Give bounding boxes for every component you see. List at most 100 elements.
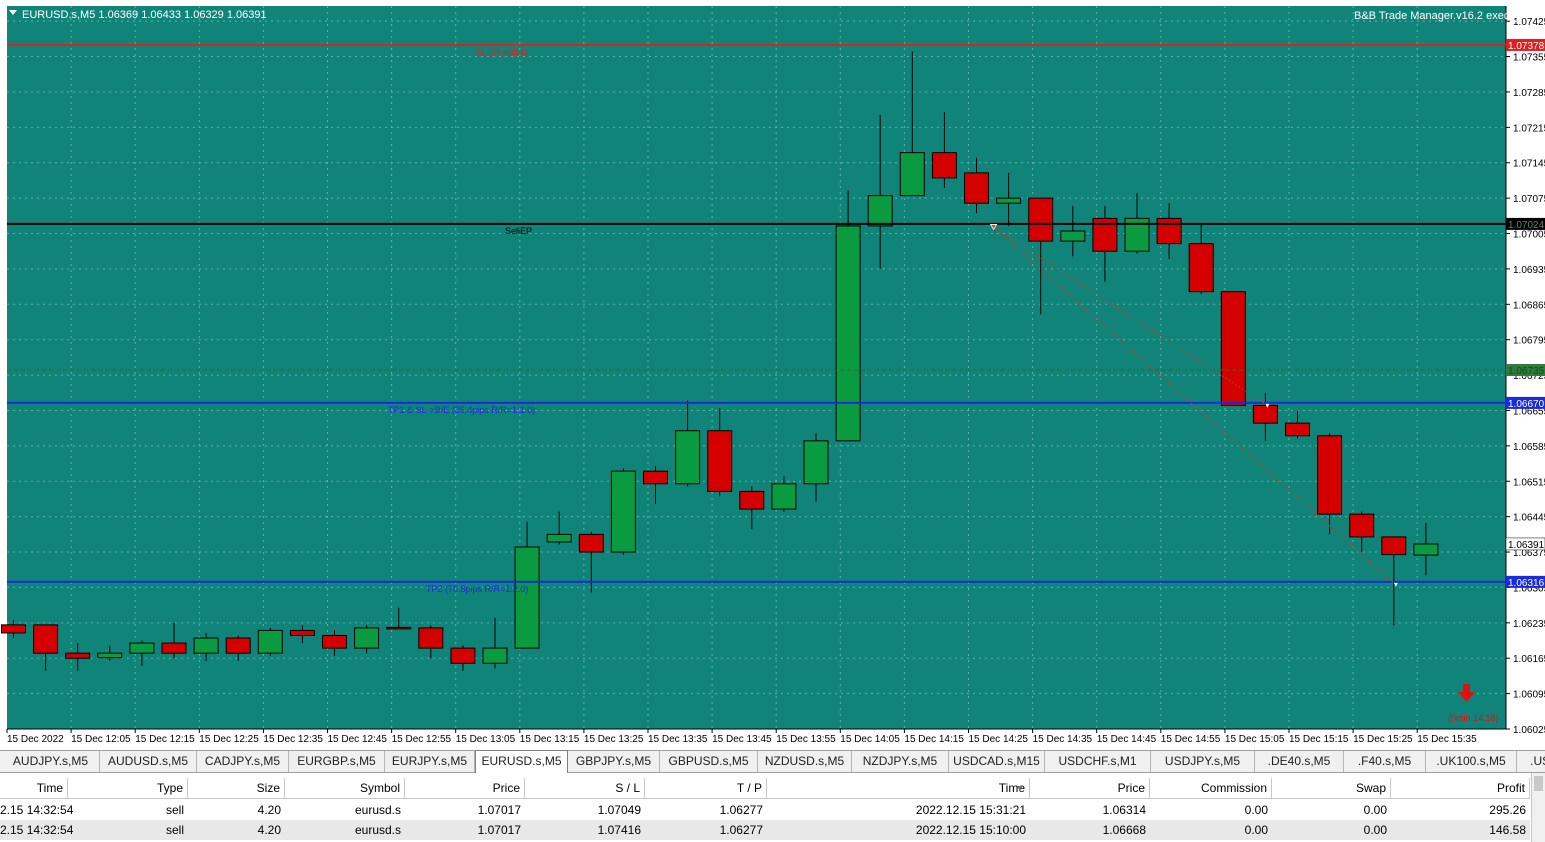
price-label: 1.06795 xyxy=(1513,336,1545,347)
time-label: 15 Dec 12:15 xyxy=(135,734,195,745)
table-cell: 0.00 xyxy=(1363,823,1387,837)
plot-area xyxy=(7,6,1506,729)
time-label: 15 Dec 12:25 xyxy=(199,734,259,745)
column-header[interactable]: Commission xyxy=(1150,778,1272,798)
tab-nzdusd-s-m5[interactable]: NZDUSD.s,M5 xyxy=(758,751,852,772)
tab-gbpjpy-s-m5[interactable]: GBPJPY.s,M5 xyxy=(568,751,660,772)
tab-us30-s[interactable]: .US30.s xyxy=(1517,751,1545,772)
column-header[interactable]: Time xyxy=(767,778,1030,798)
candle-body xyxy=(1285,422,1310,437)
candle-body xyxy=(739,490,765,510)
table-cell: 0.00 xyxy=(1244,803,1268,817)
current-price-tag-text: 1.06391 xyxy=(1508,540,1545,551)
candle-body xyxy=(546,533,572,543)
time-label: 15 Dec 14:25 xyxy=(969,734,1029,745)
chart-tabs: AUDJPY.s,M5 AUDUSD.s,M5 CADJPY.s,M5 EURGBP.… xyxy=(0,750,1545,773)
tab-uk100-s-m5[interactable]: .UK100.s,M5 xyxy=(1426,751,1517,772)
column-header[interactable]: Price xyxy=(405,778,525,798)
tab-eurgbp-s-m5[interactable]: EURGBP.s,M5 xyxy=(289,751,385,772)
candle-body xyxy=(931,152,957,179)
tab-nzdjpy-s-m5[interactable]: NZDJPY.s,M5 xyxy=(852,751,949,772)
tab-gbpusd-s-m5[interactable]: GBPUSD.s,M5 xyxy=(660,751,758,772)
tab-eurusd-s-m5[interactable]: EURUSD.s,M5 xyxy=(475,750,568,773)
tab-de40-s-m5[interactable]: .DE40.s,M5 xyxy=(1255,751,1344,772)
candle-body xyxy=(578,533,604,553)
candle-body xyxy=(514,546,540,649)
tab-cadjpy-s-m5[interactable]: CADJPY.s,M5 xyxy=(197,751,289,772)
time-label: 15 Dec 14:55 xyxy=(1161,734,1221,745)
candle-body xyxy=(193,637,219,654)
tab-usdcad-s-m15[interactable]: USDCAD.s,M15 xyxy=(949,751,1045,772)
sl-line-tag-text: 1.07378 xyxy=(1508,41,1545,52)
table-cell: 2.15 14:32:54 xyxy=(0,823,74,837)
candle xyxy=(257,627,283,656)
trade-history-table: Time Type Size Symbol Price S / LT / P Time Pri… xyxy=(0,773,1545,842)
candle-body xyxy=(33,624,59,654)
column-header[interactable]: Profit xyxy=(1391,778,1530,798)
column-header[interactable]: Type xyxy=(68,778,188,798)
table-header: Time Type Size Symbol Price S / LT / P Time Pri… xyxy=(0,778,1530,799)
table-row[interactable]: 2.15 14:32:54 sell 4.20 eurusd.s 1.07017 1.07… xyxy=(0,800,1530,820)
column-header[interactable]: T / P xyxy=(645,778,767,798)
candle-body xyxy=(610,470,636,553)
tab-audjpy-s-m5[interactable]: AUDJPY.s,M5 xyxy=(2,751,100,772)
table-cell: 2022.12.15 15:10:00 xyxy=(915,823,1026,837)
price-label: 1.06025 xyxy=(1513,725,1545,736)
candle-body xyxy=(257,629,283,654)
time-label: 15 Dec 13:35 xyxy=(648,734,708,745)
price-chart[interactable]: 1.074251.073551.072851.072151.071451.070… xyxy=(0,0,1545,750)
candle-body xyxy=(482,647,508,664)
candle-body xyxy=(1349,513,1375,538)
time-label: 15 Dec 13:55 xyxy=(776,734,836,745)
chart-window[interactable]: 1.074251.073551.072851.072151.071451.070… xyxy=(0,0,1545,750)
table-cell: 1.07416 xyxy=(597,823,641,837)
candle-body xyxy=(322,634,347,649)
candle-body xyxy=(1060,230,1086,242)
candle-body xyxy=(707,430,733,492)
candle-body xyxy=(1156,217,1182,245)
time-label: 15 Dec 14:45 xyxy=(1097,734,1157,745)
table-cell: 1.07017 xyxy=(477,803,521,817)
table-row[interactable]: 2.15 14:32:54 sell 4.20 eurusd.s 1.07017 1.07… xyxy=(0,820,1530,840)
time-label: 15 Dec 12:35 xyxy=(263,734,323,745)
candle-body xyxy=(354,627,380,649)
ea-label: B&B Trade Manager.v16.2 exec ☺ xyxy=(1354,10,1524,22)
column-header[interactable]: Symbol xyxy=(285,778,405,798)
candle-body xyxy=(803,440,829,485)
sort-desc-icon xyxy=(1017,786,1023,791)
dropdown-icon[interactable] xyxy=(9,10,17,15)
table-cell: 0.00 xyxy=(1244,823,1268,837)
dashed-level-tag-text: 1.06735 xyxy=(1508,366,1545,377)
tab-usdchf-s-m1[interactable]: USDCHF.s,M1 xyxy=(1045,751,1151,772)
column-header[interactable]: Time xyxy=(0,778,68,798)
column-header[interactable]: Price xyxy=(1030,778,1150,798)
table-cell: 0.00 xyxy=(1363,803,1387,817)
candle-body xyxy=(1220,291,1246,406)
candle-body xyxy=(129,642,155,654)
table-cell: 1.06668 xyxy=(1102,823,1146,837)
price-label: 1.07145 xyxy=(1513,159,1545,170)
tab-eurjpy-s-m5[interactable]: EURJPY.s,M5 xyxy=(385,751,475,772)
entry-line-label: SellEP xyxy=(505,226,532,236)
tab-f40-s-m5[interactable]: .F40.s,M5 xyxy=(1344,751,1426,772)
candle-body xyxy=(161,642,187,654)
tab-audusd-s-m5[interactable]: AUDUSD.s,M5 xyxy=(100,751,197,772)
tp1-line-tag-text: 1.06670 xyxy=(1508,399,1545,410)
column-header[interactable]: Size xyxy=(188,778,285,798)
column-header[interactable]: Swap xyxy=(1272,778,1391,798)
price-label: 1.06165 xyxy=(1513,654,1545,665)
candle-body xyxy=(996,197,1022,204)
table-cell: 1.06277 xyxy=(719,803,763,817)
column-header[interactable]: S / L xyxy=(525,778,645,798)
table-cell: 146.58 xyxy=(1489,823,1526,837)
vertical-scrollbar[interactable] xyxy=(1531,773,1545,842)
tab-usdjpy-s-m5[interactable]: USDJPY.s,M5 xyxy=(1151,751,1255,772)
bar-timer: (0min 14:18) xyxy=(1448,713,1499,723)
table-cell: 295.26 xyxy=(1489,803,1526,817)
table-cell: 1.06277 xyxy=(719,823,763,837)
table-cell: 1.07049 xyxy=(597,803,641,817)
price-label: 1.07005 xyxy=(1513,230,1545,241)
candle-body xyxy=(771,483,797,510)
candle-body xyxy=(418,627,444,649)
candle-body xyxy=(1188,243,1214,293)
